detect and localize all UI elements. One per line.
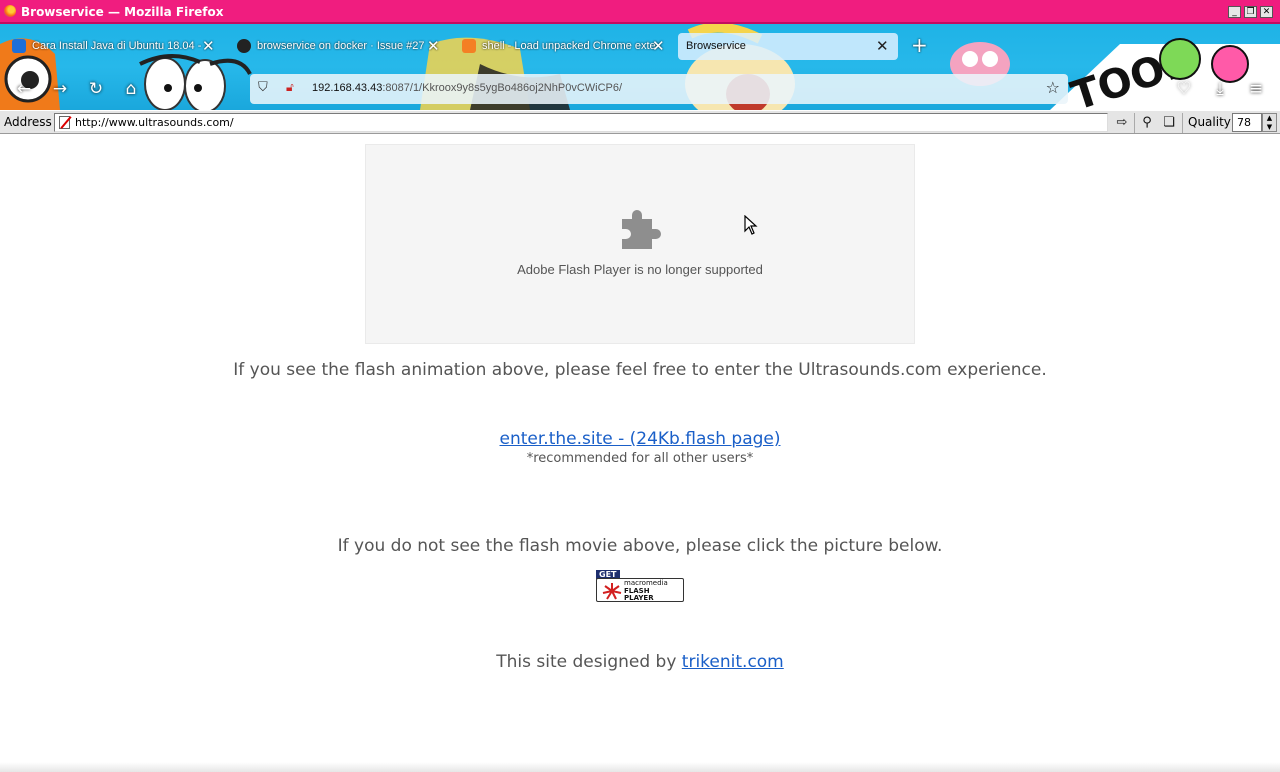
close-tab-icon[interactable]: ✕ <box>427 37 440 55</box>
tab-browservice-issue[interactable]: browservice on docker · Issue #27 ✕ <box>225 33 445 60</box>
divider <box>1182 113 1183 133</box>
bookmark-star-icon[interactable]: ☆ <box>1046 78 1060 97</box>
get-flash-player-button[interactable]: GET macromedia FLASH PLAYER <box>596 570 684 602</box>
close-window-button[interactable]: ✕ <box>1260 6 1273 18</box>
tab-java-ubuntu[interactable]: Cara Install Java di Ubuntu 18.04 - ✕ <box>0 33 220 60</box>
page-bottom-edge <box>0 762 1280 772</box>
close-tab-icon[interactable]: ✕ <box>876 37 889 55</box>
badge-macromedia: macromedia <box>624 579 668 587</box>
recommended-note: *recommended for all other users* <box>526 451 754 466</box>
firefox-icon <box>4 5 16 17</box>
browser-chrome: TOON Cara Install Java di Ubuntu 18.04 -… <box>0 24 1280 110</box>
pocket-icon[interactable]: ♡ <box>1173 78 1195 100</box>
quality-label: Quality <box>1188 115 1231 129</box>
address-label: Address <box>4 115 52 129</box>
flash-unsupported-message: Adobe Flash Player is no longer supporte… <box>517 262 763 277</box>
close-tab-icon[interactable]: ✕ <box>652 37 665 55</box>
quality-input[interactable]: 78 <box>1232 113 1262 132</box>
address-url[interactable]: http://www.ultrasounds.com/ <box>75 116 234 129</box>
close-tab-icon[interactable]: ✕ <box>202 37 215 55</box>
stackoverflow-icon <box>462 39 476 53</box>
tab-label: Browservice <box>686 40 746 52</box>
clipboard-icon[interactable]: ❏ <box>1160 114 1178 132</box>
tab-label: shell - Load unpacked Chrome exte <box>482 40 656 52</box>
quality-spinner[interactable]: ▲ ▼ <box>1262 113 1277 132</box>
badge-flash-player: FLASH PLAYER <box>624 587 654 602</box>
address-toolbar: Address http://www.ultrasounds.com/ ⇨ ⚲ … <box>0 110 1280 134</box>
flash-badge: macromedia FLASH PLAYER <box>596 578 684 602</box>
insecure-lock-icon[interactable]: 🔓︎ <box>286 80 294 95</box>
downloads-icon[interactable]: ⤓ <box>1209 78 1231 100</box>
reload-icon[interactable]: ↻ <box>85 78 107 100</box>
maximize-button[interactable]: ❐ <box>1244 6 1257 18</box>
tab-stackoverflow-shell[interactable]: shell - Load unpacked Chrome exte ✕ <box>450 33 670 60</box>
menu-icon[interactable]: ≡ <box>1245 78 1267 100</box>
home-icon[interactable]: ⌂ <box>120 78 142 100</box>
tab-label: Cara Install Java di Ubuntu 18.04 - <box>32 40 202 52</box>
macromedia-logo-icon <box>602 583 622 600</box>
tab-label: browservice on docker · Issue #27 <box>257 40 425 52</box>
mouse-cursor-icon <box>744 215 758 235</box>
new-tab-button[interactable]: + <box>911 35 931 55</box>
enter-site-link[interactable]: enter.the.site - (24Kb.flash page) <box>500 429 781 449</box>
url-text[interactable]: 192.168.43.43:8087/1/Kkroox9y8s5ygBo486o… <box>312 82 622 94</box>
window-titlebar: Browservice — Mozilla Firefox _ ❐ ✕ <box>0 0 1280 24</box>
wave-favicon-icon <box>12 39 26 53</box>
enter-site-row: enter.the.site - (24Kb.flash page) <box>0 429 1280 449</box>
insecure-page-icon <box>59 116 70 129</box>
github-icon <box>237 39 251 53</box>
puzzle-plugin-icon <box>622 210 661 249</box>
divider <box>1134 113 1135 133</box>
window-title: Browservice — Mozilla Firefox <box>21 5 224 19</box>
find-binoculars-icon[interactable]: ⚲ <box>1138 114 1156 132</box>
designed-by-row: This site designed by trikenit.com <box>0 652 1280 672</box>
back-arrow-icon[interactable]: ← <box>13 78 35 100</box>
designer-link[interactable]: trikenit.com <box>682 652 784 672</box>
minimize-button[interactable]: _ <box>1228 6 1241 18</box>
address-input[interactable]: http://www.ultrasounds.com/ <box>54 113 1108 132</box>
tracking-shield-icon[interactable]: ⛉ <box>258 80 268 95</box>
url-bar[interactable]: ⛉ 🔓︎ 192.168.43.43:8087/1/Kkroox9y8s5ygB… <box>250 74 1068 104</box>
no-flash-text: If you do not see the flash movie above,… <box>337 536 943 556</box>
intro-text: If you see the flash animation above, pl… <box>233 360 1047 380</box>
designed-by-text: This site designed by <box>496 652 677 672</box>
tab-browservice[interactable]: Browservice ✕ <box>678 33 898 60</box>
forward-arrow-icon[interactable]: → <box>49 78 71 100</box>
page-content: Adobe Flash Player is no longer supporte… <box>0 135 1280 762</box>
flash-placeholder: Adobe Flash Player is no longer supporte… <box>365 144 915 344</box>
go-arrow-icon[interactable]: ⇨ <box>1113 114 1131 132</box>
